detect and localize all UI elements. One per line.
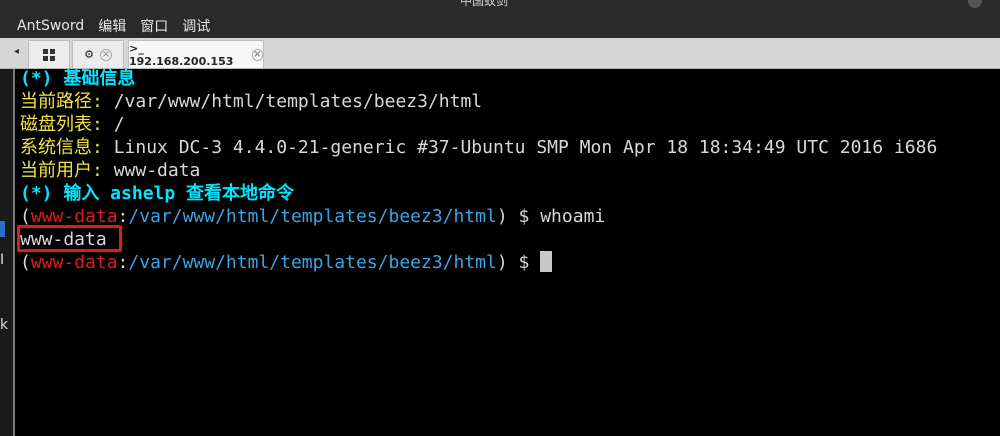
menu-antsword[interactable]: AntSword: [17, 18, 84, 34]
prompt-colon: :: [117, 252, 129, 273]
menu-edit[interactable]: 编辑: [98, 16, 126, 36]
gutter-text: k: [0, 317, 9, 333]
terminal-prompt-line: (www-data:/var/www/html/templates/beez3/…: [20, 251, 553, 274]
terminal-cursor[interactable]: [540, 251, 553, 272]
terminal-line: 磁盘列表: /: [20, 113, 125, 136]
left-gutter: I k: [0, 69, 13, 436]
terminal-line: 系统信息: Linux DC-3 4.4.0-21-generic #37-Ub…: [20, 136, 937, 159]
gutter-text: I: [0, 252, 5, 268]
terminal-label: 磁盘列表:: [20, 114, 114, 135]
tab-shell-list[interactable]: [28, 40, 70, 68]
window-title: 中国蚁剑: [460, 0, 509, 8]
terminal-line: 当前路径: /var/www/html/templates/beez3/html: [20, 90, 482, 113]
window-titlebar: 中国蚁剑: [0, 0, 1000, 14]
terminal-value: Linux DC-3 4.4.0-21-generic #37-Ubuntu S…: [113, 137, 938, 158]
terminal-section-heading: (*) 基础信息: [20, 69, 136, 89]
gutter-marker: [0, 221, 5, 237]
prompt-user: www-data: [30, 252, 118, 273]
close-icon[interactable]: ×: [99, 48, 112, 61]
grid-icon: [43, 48, 55, 61]
terminal-value: /var/www/html/templates/beez3/html: [113, 91, 483, 112]
tab-terminal[interactable]: >_ 192.168.200.153 ×: [128, 40, 264, 68]
tab-scroll-left-icon[interactable]: ◂: [14, 46, 19, 57]
tab-bar: ◂ ⚙ × >_ 192.168.200.153 ×: [0, 38, 1000, 69]
prompt-close: ) $: [496, 252, 541, 273]
prompt-colon: :: [117, 206, 129, 227]
prompt-open: (: [20, 206, 31, 227]
gear-icon: ⚙: [84, 48, 94, 61]
terminal-value: www-data: [113, 160, 201, 181]
terminal-label: 当前路径:: [20, 91, 114, 112]
terminal-label: 当前用户:: [20, 160, 114, 181]
terminal-command: whoami: [540, 206, 606, 227]
prompt-path: /var/www/html/templates/beez3/html: [128, 252, 497, 273]
prompt-user: www-data: [30, 206, 118, 227]
prompt-open: (: [20, 252, 31, 273]
menubar: AntSword 编辑 窗口 调试: [0, 14, 1000, 38]
menu-window[interactable]: 窗口: [140, 16, 168, 36]
terminal-output[interactable]: (*) 基础信息 当前路径: /var/www/html/templates/b…: [13, 69, 1000, 436]
terminal-value: /: [113, 114, 125, 135]
window-control-icon[interactable]: [968, 0, 982, 8]
prompt-close: ) $: [496, 206, 541, 227]
prompt-path: /var/www/html/templates/beez3/html: [128, 206, 497, 227]
tab-terminal-label: >_ 192.168.200.153: [129, 41, 234, 68]
terminal-help-hint: (*) 输入 ashelp 查看本地命令: [20, 183, 295, 204]
close-icon[interactable]: ×: [251, 48, 263, 61]
terminal-label: 系统信息:: [20, 137, 114, 158]
menu-debug[interactable]: 调试: [182, 16, 210, 36]
highlight-box: [17, 225, 122, 252]
terminal-line: 当前用户: www-data: [20, 159, 200, 182]
tab-settings[interactable]: ⚙ ×: [72, 40, 124, 68]
